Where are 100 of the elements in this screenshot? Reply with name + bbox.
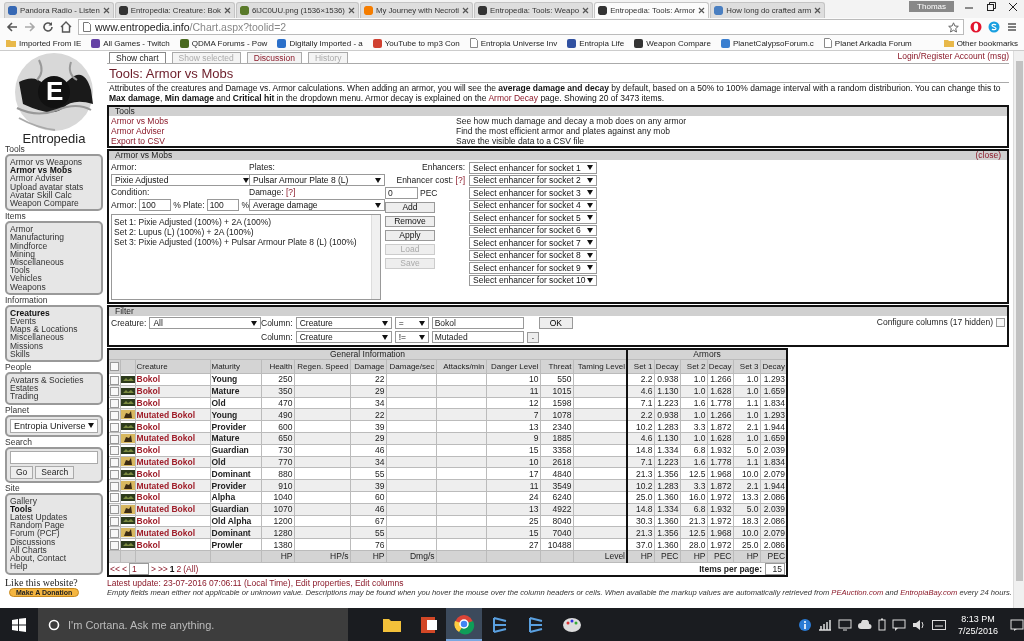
enhancer-select[interactable]: Select enhancer for socket 3 <box>469 187 597 199</box>
sidebar-link[interactable]: Armor <box>10 225 98 234</box>
bookmark[interactable]: All Games - Twitch <box>91 38 170 48</box>
info-icon[interactable] <box>797 617 812 632</box>
pager-link[interactable]: > <box>150 563 156 574</box>
creature-link[interactable]: Bokol <box>135 373 210 386</box>
creature-link[interactable]: Bokol <box>135 491 210 504</box>
plates-select[interactable]: Pulsar Armour Plate 8 (L) <box>249 174 385 186</box>
sidebar-link[interactable]: Forum (PCF) <box>10 529 98 538</box>
creature-link[interactable]: Mutated Bokol <box>135 456 210 468</box>
creature-link[interactable]: Bokol <box>135 538 210 551</box>
column-select[interactable]: Creature <box>295 331 392 343</box>
list-item[interactable]: Set 3: Pixie Adjusted (100%) + Pulsar Armour Plate 8 (L) (100%) <box>114 237 368 247</box>
bookmark[interactable]: Entropia Universe Inv <box>469 38 558 48</box>
checkbox[interactable] <box>109 505 119 515</box>
bookmark[interactable]: QDMA Forums - Pow <box>179 38 268 48</box>
search-field[interactable]: I'm Cortana. Ask me anything. <box>38 608 348 641</box>
action-button[interactable]: Apply <box>385 230 435 241</box>
sidebar-link[interactable]: Armor Adviser <box>10 174 98 183</box>
enhancer-select[interactable]: Select enhancer for socket 7 <box>469 237 597 249</box>
cost-field[interactable]: 0 <box>385 187 418 199</box>
checkbox[interactable] <box>109 540 119 550</box>
enhancer-select[interactable]: Select enhancer for socket 10 <box>469 274 597 286</box>
tool-link[interactable]: Export to CSV <box>111 136 165 146</box>
condition-field[interactable]: 100 <box>206 199 240 211</box>
pager-link[interactable]: >> <box>157 563 168 574</box>
help-link[interactable]: [?] <box>455 175 465 185</box>
sidebar-link[interactable]: Discussions <box>10 537 98 546</box>
sidebar-link[interactable]: Manufacturing <box>10 233 98 242</box>
link[interactable]: Armor Decay <box>488 92 538 103</box>
page-link[interactable]: (All) <box>183 563 199 574</box>
sidebar-link[interactable]: Mindforce <box>10 241 98 250</box>
bookmark[interactable]: YouTube to mp3 Con <box>372 38 460 48</box>
bookmark[interactable]: Weapon Compare <box>634 38 711 48</box>
checkbox[interactable] <box>109 458 119 467</box>
sidebar-link[interactable]: Creatures <box>10 308 98 318</box>
sets-list[interactable]: Set 1: Pixie Adjusted (100%) + 2A (100%) Set 2: Lupus (L) (100%) + 2A (100%) Set 3: Pixie Adjusted (100%) + Pulsar Armour Plate 8 (L) (100%) <box>111 214 381 300</box>
checkbox[interactable] <box>996 317 1005 327</box>
enhancer-select[interactable]: Select enhancer for socket 8 <box>469 249 597 261</box>
enhancer-select[interactable]: Select enhancer for socket 9 <box>469 262 597 274</box>
value-field[interactable]: Bokol <box>431 317 524 329</box>
login-link[interactable]: Login/Register Account (msg) <box>897 51 1009 61</box>
network-icon[interactable] <box>817 618 832 631</box>
bookmark[interactable]: Digitally Imported - a <box>277 38 363 48</box>
sidebar-link[interactable]: Mining <box>10 249 98 259</box>
checkbox[interactable] <box>109 493 119 503</box>
sidebar-link[interactable]: Tools <box>10 266 98 275</box>
tool-link[interactable]: Armor vs Mobs <box>111 116 169 126</box>
search-button[interactable]: Go <box>10 465 34 479</box>
page-tab[interactable]: Show chart <box>109 52 166 63</box>
operator-select[interactable]: != <box>394 331 429 343</box>
enhancer-select[interactable]: Select enhancer for socket 1 <box>469 162 597 174</box>
checkbox[interactable] <box>109 387 119 397</box>
sidebar-link[interactable]: Skills <box>10 349 98 359</box>
sidebar-link[interactable]: Missions <box>10 341 98 350</box>
checkbox[interactable] <box>109 410 119 420</box>
creature-link[interactable]: Bokol <box>135 397 210 409</box>
bookmark[interactable]: Imported From IE <box>6 38 82 48</box>
sidebar-link[interactable]: Trading <box>10 392 98 401</box>
pager-link[interactable]: << <box>110 563 120 574</box>
checkbox[interactable] <box>109 361 119 371</box>
page-link[interactable]: 2 <box>176 563 182 574</box>
search-field[interactable] <box>10 450 98 464</box>
enhancer-select[interactable]: Select enhancer for socket 4 <box>469 199 597 211</box>
windows-start-icon[interactable] <box>12 617 26 632</box>
star-icon[interactable] <box>948 21 959 33</box>
menu-icon[interactable] <box>1006 21 1018 33</box>
scrollbar[interactable] <box>371 215 380 299</box>
sidebar-link[interactable]: Estates <box>10 384 98 393</box>
creature-link[interactable]: Bokol <box>135 467 210 480</box>
sidebar-link[interactable]: Upload avatar stats <box>10 182 98 191</box>
sidebar-link[interactable]: Gallery <box>10 496 98 505</box>
creature-link[interactable]: Bokol <box>135 444 210 457</box>
creature-link[interactable]: Bokol <box>135 515 210 527</box>
action-button[interactable]: Remove <box>385 216 435 227</box>
reload-icon[interactable] <box>42 21 54 33</box>
bookmark[interactable]: Other bookmarks <box>943 38 1018 48</box>
sidebar-link[interactable]: Armor vs Weapons <box>10 158 98 167</box>
close-icon[interactable] <box>698 7 706 14</box>
bookmark[interactable]: Entropia Life <box>567 38 625 48</box>
column-select[interactable]: Creature <box>295 317 392 329</box>
damage-select[interactable]: Average damage <box>249 199 385 211</box>
operator-select[interactable]: = <box>394 317 429 329</box>
monitor-icon[interactable] <box>837 618 852 631</box>
notifications-icon[interactable] <box>1010 617 1024 632</box>
action-button[interactable]: Add <box>385 202 435 213</box>
search-button[interactable]: Search <box>35 465 75 479</box>
sidebar-link[interactable]: Miscellaneous <box>10 258 98 267</box>
sidebar-link[interactable]: Miscellaneous <box>10 333 98 342</box>
checkbox[interactable] <box>109 399 119 408</box>
back-icon[interactable] <box>6 21 18 33</box>
enhancer-select[interactable]: Select enhancer for socket 2 <box>469 174 597 186</box>
profile-button[interactable]: Thomas <box>909 1 954 12</box>
list-item[interactable]: Set 2: Lupus (L) (100%) + 2A (100%) <box>114 227 368 237</box>
sidebar-link[interactable]: Maps & Locations <box>10 325 98 334</box>
enhancer-select[interactable]: Select enhancer for socket 6 <box>469 224 597 236</box>
sidebar-link[interactable]: Armor vs Mobs <box>10 166 98 175</box>
taskbar-app[interactable] <box>446 608 482 641</box>
page-tab[interactable]: Discussion <box>246 52 302 63</box>
enhancer-select[interactable]: Select enhancer for socket 5 <box>469 212 597 224</box>
